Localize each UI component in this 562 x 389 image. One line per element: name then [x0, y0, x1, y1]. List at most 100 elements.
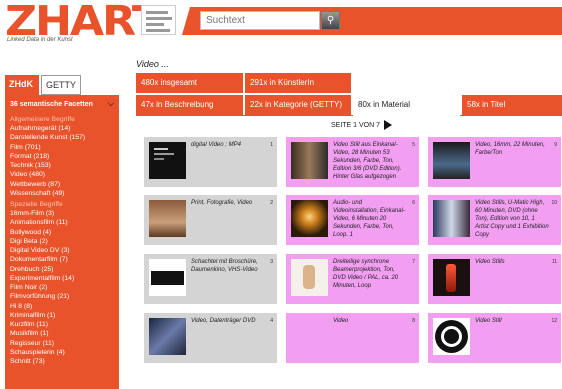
- card-number: 6: [412, 200, 415, 206]
- facet-item[interactable]: Schnitt (73): [10, 357, 114, 366]
- card-number: 2: [270, 200, 273, 206]
- thumbnail[interactable]: [149, 318, 186, 355]
- facet-item[interactable]: Kurzfilm (11): [10, 320, 114, 329]
- facet-item[interactable]: Format (218): [10, 152, 114, 161]
- card-description: Schachtel mit Broschüre, Daumenkino, VHS…: [191, 259, 258, 273]
- thumbnail[interactable]: [433, 318, 470, 355]
- facet-heading-label: 36 semantische Facetten: [10, 101, 93, 108]
- card-description: Video: [333, 318, 349, 324]
- facet-item[interactable]: Bollywood (4): [10, 228, 114, 237]
- facet-item[interactable]: Animationsfilm (11): [10, 218, 114, 227]
- card-number: 1: [270, 142, 273, 148]
- thumbnail[interactable]: [291, 142, 328, 179]
- card-number: 4: [270, 318, 273, 324]
- result-card[interactable]: Video 8: [286, 313, 419, 363]
- facet-item[interactable]: Dokumentarfilm (7): [10, 255, 114, 264]
- facet-item[interactable]: Wissenschaft (49): [10, 189, 114, 198]
- facet-item[interactable]: Aufnahmegerät (14): [10, 124, 114, 133]
- pagination: SEITE 1 VON 7: [331, 120, 393, 130]
- facet-item[interactable]: Video (480): [10, 170, 114, 179]
- facet-panel: 36 semantische Facetten ⌵ Allgemeinere B…: [5, 95, 119, 389]
- facet-item[interactable]: Regisseur (11): [10, 339, 114, 348]
- thumbnail[interactable]: [433, 200, 470, 237]
- facet-group-label: Allgemeinere Begriffe: [10, 116, 75, 123]
- result-card[interactable]: Video Still 12: [428, 313, 561, 363]
- search-input[interactable]: [200, 11, 320, 30]
- facet-list-general: Aufnahmegerät (14) Darstellende Kunst (1…: [10, 124, 114, 198]
- facet-item[interactable]: Schauspielerin (4): [10, 348, 114, 357]
- tab-titel[interactable]: 58x in Titel: [462, 95, 562, 115]
- thumbnail[interactable]: [291, 200, 328, 237]
- facet-item[interactable]: Technik (153): [10, 161, 114, 170]
- tab-underline: [460, 115, 562, 116]
- card-description: Video Still aus Einkanal-Video, 28 Minut…: [333, 142, 402, 180]
- facet-item[interactable]: Musikfilm (1): [10, 329, 114, 338]
- logo-tagline: Linked Data in der Kunst: [7, 37, 73, 43]
- card-number: 12: [551, 318, 557, 324]
- tab-getty[interactable]: GETTY: [41, 75, 81, 95]
- result-card[interactable]: Audio- und Videoinstallation, Einkanal-V…: [286, 195, 419, 245]
- result-card[interactable]: Video Stills, U-Matic High, 60 Minuten, …: [428, 195, 561, 245]
- result-card[interactable]: Print, Fotografie, Video 2: [144, 195, 277, 245]
- card-number: 8: [412, 318, 415, 324]
- card-number: 11: [551, 259, 557, 265]
- card-number: 5: [412, 142, 415, 148]
- facet-group-label: Spezielle Begriffe: [10, 201, 63, 208]
- page: { "header": { "logo": "ZHART", "tagline"…: [0, 0, 562, 389]
- facet-list-specific: 16mm-Film (3) Animationsfilm (11) Bollyw…: [10, 209, 114, 366]
- result-card[interactable]: Schachtel mit Broschüre, Daumenkino, VHS…: [144, 254, 277, 304]
- result-card[interactable]: Video, Datenträger DVD 4: [144, 313, 277, 363]
- facet-item[interactable]: Wettbewerb (87): [10, 180, 114, 189]
- page-indicator: SEITE 1 VON 7: [331, 121, 381, 129]
- card-description: digital Video ; MP4: [191, 142, 241, 148]
- chevron-down-icon[interactable]: ⌵: [108, 99, 114, 109]
- thumbnail[interactable]: [149, 142, 186, 179]
- thumbnail[interactable]: [149, 259, 186, 296]
- site-thumbnail-icon: [141, 5, 176, 35]
- result-card[interactable]: digital Video ; MP4 1: [144, 137, 277, 187]
- thumbnail[interactable]: [433, 259, 470, 296]
- card-description: Video Stills, U-Matic High, 60 Minuten, …: [475, 200, 549, 238]
- card-number: 7: [412, 259, 415, 265]
- card-number: 3: [270, 259, 273, 265]
- facet-item[interactable]: 16mm-Film (3): [10, 209, 114, 218]
- tab-kategorie-getty[interactable]: 22x in Kategorie (GETTY): [245, 95, 351, 115]
- thumbnail[interactable]: [433, 142, 470, 179]
- thumbnail[interactable]: [149, 200, 186, 237]
- card-description: Video, Datenträger DVD: [191, 318, 256, 324]
- results-title: Video ...: [136, 59, 169, 69]
- facet-item[interactable]: Digi Beta (2): [10, 237, 114, 246]
- next-page-arrow-icon[interactable]: [384, 120, 393, 130]
- tab-kuenstlerin[interactable]: 291x in KünstlerIn: [245, 73, 351, 93]
- tab-zhdk[interactable]: ZHdK: [5, 75, 39, 95]
- result-card[interactable]: Video, 16mm, 22 Minuten, Farbe/Ton 9: [428, 137, 561, 187]
- facet-item[interactable]: Drehbuch (25): [10, 265, 114, 274]
- card-number: 10: [551, 200, 557, 206]
- result-card[interactable]: Video Stills 11: [428, 254, 561, 304]
- tab-material[interactable]: 80x in Material: [353, 95, 460, 115]
- thumbnail[interactable]: [291, 259, 328, 296]
- card-description: Video Stills: [475, 259, 505, 265]
- card-description: Video Still: [475, 318, 502, 324]
- result-card[interactable]: Video Still aus Einkanal-Video, 28 Minut…: [286, 137, 419, 187]
- card-description: Print, Fotografie, Video: [191, 200, 253, 206]
- facet-item[interactable]: Digital Video DV (3): [10, 246, 114, 255]
- facet-item[interactable]: Darstellende Kunst (157): [10, 133, 114, 142]
- search-button[interactable]: ⚲: [321, 11, 340, 30]
- facet-item[interactable]: Film (701): [10, 143, 114, 152]
- card-description: Audio- und Videoinstallation, Einkanal-V…: [333, 200, 405, 238]
- result-card[interactable]: Dreiteilige synchrone Beamerprojektion, …: [286, 254, 419, 304]
- search-icon: ⚲: [326, 15, 335, 26]
- card-description: Video, 16mm, 22 Minuten, Farbe/Ton: [475, 142, 545, 156]
- thumbnail[interactable]: [291, 318, 328, 355]
- card-description: Dreiteilige synchrone Beamerprojektion, …: [333, 259, 399, 289]
- facet-item[interactable]: Kriminalfilm (1): [10, 311, 114, 320]
- facet-heading[interactable]: 36 semantische Facetten ⌵: [10, 99, 114, 109]
- facet-item[interactable]: Film Noir (2): [10, 283, 114, 292]
- zhart-logo[interactable]: ZHART: [5, 1, 162, 42]
- facet-item[interactable]: Hi 8 (8): [10, 302, 114, 311]
- facet-item[interactable]: Filmvorführung (21): [10, 292, 114, 301]
- tab-beschreibung[interactable]: 47x in Beschreibung: [136, 95, 243, 115]
- facet-item[interactable]: Experimentalfilm (14): [10, 274, 114, 283]
- tab-insgesamt[interactable]: 480x insgesamt: [136, 73, 243, 93]
